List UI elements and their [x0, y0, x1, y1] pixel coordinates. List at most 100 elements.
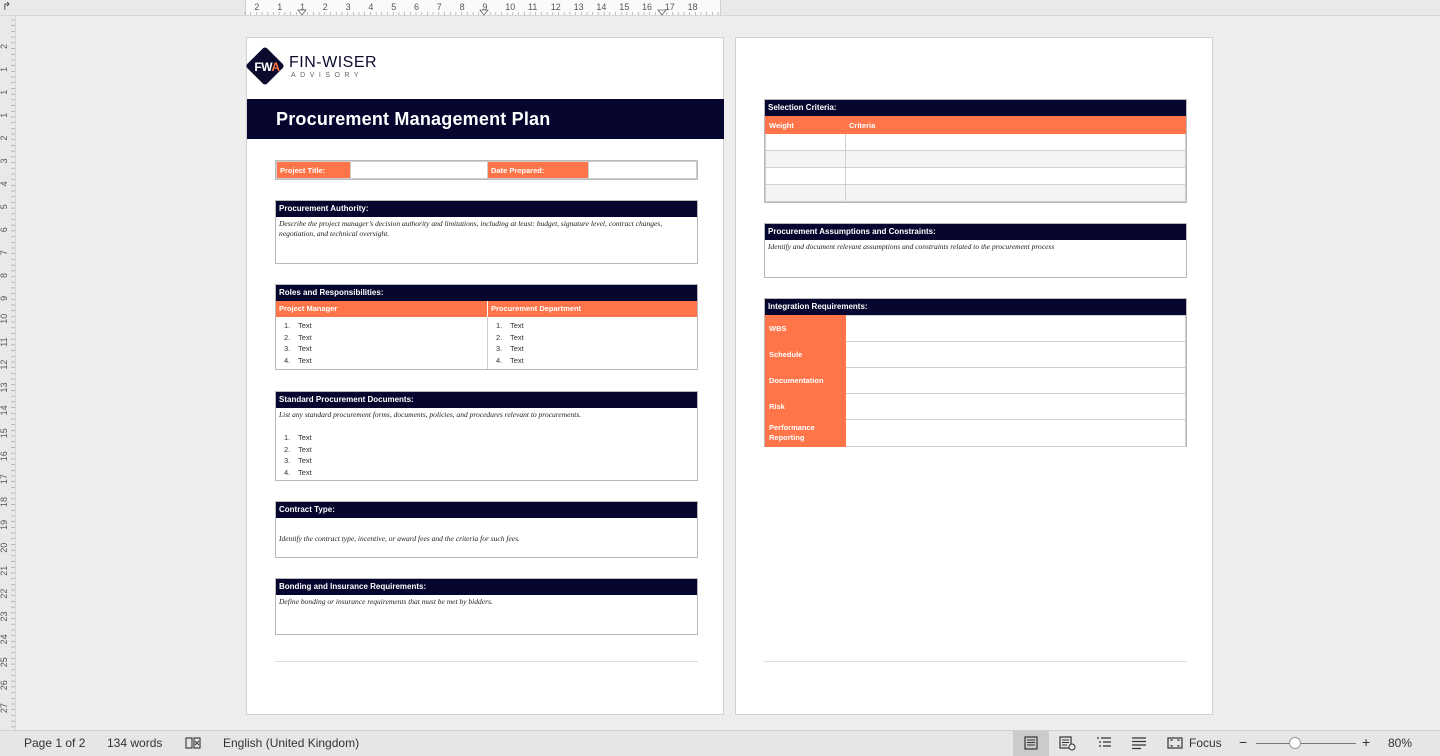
selection-criteria-section[interactable]: Selection Criteria: Weight Criteria [764, 99, 1187, 203]
table-row[interactable]: Documentation [765, 367, 1186, 394]
first-line-indent-marker[interactable] [297, 9, 307, 16]
criteria-cell[interactable] [845, 184, 1186, 202]
list-item: 1. Text [284, 321, 312, 330]
ruler-number: 1 [277, 2, 282, 12]
zoom-slider-track[interactable] [1256, 743, 1356, 744]
ruler-number: 2 [323, 2, 328, 12]
table-row[interactable]: Performance Reporting [765, 419, 1186, 447]
focus-label[interactable]: Focus [1189, 736, 1222, 750]
bonding-section[interactable]: Bonding and Insurance Requirements: Defi… [275, 578, 698, 635]
tab-stop-marker[interactable] [479, 9, 489, 16]
integration-cell[interactable] [845, 315, 1186, 342]
right-indent-marker[interactable] [657, 9, 667, 16]
horizontal-ruler[interactable]: ↱ 2 1 1 2 3 4 5 6 7 8 9 10 11 12 13 14 15 16 17 18 [0, 0, 1440, 16]
standard-docs-list: 1. Text 2. Text 3. Text 4. Text [276, 432, 697, 478]
list-item: 1. Text [284, 433, 312, 442]
integration-label-wbs: WBS [765, 315, 846, 342]
integration-cell[interactable] [845, 393, 1186, 420]
ruler-number: 17 [0, 474, 9, 484]
integration-section[interactable]: Integration Requirements: WBS Schedule D… [764, 298, 1187, 447]
ruler-number: 5 [391, 2, 396, 12]
ruler-number: 11 [528, 2, 537, 12]
ruler-number: 4 [0, 181, 9, 186]
page-count[interactable]: Page 1 of 2 [24, 736, 85, 750]
ruler-number: 15 [0, 428, 9, 438]
web-layout-icon[interactable] [1058, 735, 1076, 751]
integration-cell[interactable] [845, 419, 1186, 447]
ruler-number: 2 [0, 136, 9, 141]
weight-cell[interactable] [765, 150, 846, 168]
procurement-authority-heading: Procurement Authority: [276, 201, 697, 217]
ruler-number: 25 [0, 657, 9, 667]
project-title-field[interactable] [350, 161, 488, 179]
outline-view-icon[interactable] [1095, 735, 1113, 751]
document-page-1[interactable]: FWA FIN-WISER ADVISORY Procurement Manag… [245, 37, 724, 715]
ruler-number: 18 [0, 497, 9, 507]
criteria-cell[interactable] [845, 167, 1186, 185]
word-count[interactable]: 134 words [107, 736, 162, 750]
roles-heading: Roles and Responsibilities: [276, 285, 697, 301]
ruler-number: 8 [460, 2, 465, 12]
table-row[interactable]: WBS [765, 315, 1186, 342]
weight-cell[interactable] [765, 167, 846, 185]
roles-pm-cell[interactable]: 1. Text 2. Text 3. Text 4. Text [276, 317, 488, 369]
weight-header: Weight [765, 116, 846, 134]
weight-cell[interactable] [765, 184, 846, 202]
logo-name: FIN-WISER [289, 54, 378, 71]
roles-body-row: 1. Text 2. Text 3. Text 4. Text 1. Text 2. Tex… [276, 317, 697, 369]
zoom-in-button[interactable]: + [1362, 734, 1370, 750]
weight-cell[interactable] [765, 133, 846, 151]
footer-divider [275, 661, 698, 662]
zoom-percentage[interactable]: 80% [1388, 736, 1412, 750]
ruler-number: 17 [665, 2, 675, 12]
date-prepared-field[interactable] [588, 161, 697, 179]
zoom-out-button[interactable]: − [1239, 734, 1247, 750]
criteria-cell[interactable] [845, 150, 1186, 168]
integration-heading: Integration Requirements: [765, 299, 1186, 315]
table-row[interactable]: Schedule [765, 341, 1186, 368]
list-item: 4. Text [284, 355, 312, 365]
list-item: 2. Text [496, 332, 524, 342]
proofing-book-icon[interactable] [184, 735, 202, 751]
contract-type-section[interactable]: Contract Type: Identify the contract typ… [275, 501, 698, 558]
table-row[interactable]: Risk [765, 393, 1186, 420]
bonding-desc: Define bonding or insurance requirements… [279, 597, 493, 606]
footer-divider [764, 661, 1187, 662]
ruler-number: 1 [0, 90, 9, 95]
document-page-2[interactable]: Selection Criteria: Weight Criteria Proc… [735, 37, 1213, 715]
vertical-ruler-scale: 2111234567891011121314151617181920212223… [0, 19, 15, 728]
integration-cell[interactable] [845, 341, 1186, 368]
print-layout-icon[interactable] [1022, 735, 1040, 751]
focus-icon[interactable] [1166, 735, 1184, 751]
draft-view-icon[interactable] [1130, 735, 1148, 751]
ruler-number: 14 [0, 405, 9, 415]
ruler-number: 10 [505, 2, 515, 12]
ruler-number: 16 [0, 451, 9, 461]
assumptions-section[interactable]: Procurement Assumptions and Constraints:… [764, 223, 1187, 278]
ruler-number: 6 [414, 2, 419, 12]
vertical-ruler[interactable]: 2 1 1 1 2 3 4 5 6 7 8 9 10 11 12 13 14 15 16 17 18 19 20 21 22 23… [0, 16, 16, 730]
language-indicator[interactable]: English (United Kingdom) [223, 736, 359, 750]
procurement-authority-section[interactable]: Procurement Authority: Describe the proj… [275, 200, 698, 264]
status-bar: Page 1 of 2 134 words English (United Ki… [0, 730, 1440, 756]
ruler-number: 2 [254, 2, 259, 12]
table-row[interactable] [765, 150, 1186, 168]
list-item: 3. Text [284, 456, 312, 466]
criteria-cell[interactable] [845, 133, 1186, 151]
roles-section[interactable]: Roles and Responsibilities: Project Mana… [275, 284, 698, 370]
standard-docs-section[interactable]: Standard Procurement Documents: List any… [275, 391, 698, 481]
integration-cell[interactable] [845, 367, 1186, 394]
contract-type-heading: Contract Type: [276, 502, 697, 518]
ruler-number: 7 [437, 2, 442, 12]
project-title-label: Project Title: [276, 161, 351, 179]
zoom-slider-handle[interactable] [1289, 737, 1301, 749]
ruler-number: 4 [368, 2, 373, 12]
roles-col-project-manager: Project Manager [276, 301, 488, 317]
procurement-authority-desc: Describe the project manager’s decision … [279, 219, 663, 238]
table-row[interactable] [765, 167, 1186, 185]
table-row[interactable] [765, 184, 1186, 202]
roles-dept-cell[interactable]: 1. Text 2. Text 3. Text 4. Text [488, 317, 697, 369]
document-title[interactable]: Procurement Management Plan [276, 109, 550, 130]
ruler-number: 13 [574, 2, 584, 12]
table-row[interactable] [765, 133, 1186, 151]
